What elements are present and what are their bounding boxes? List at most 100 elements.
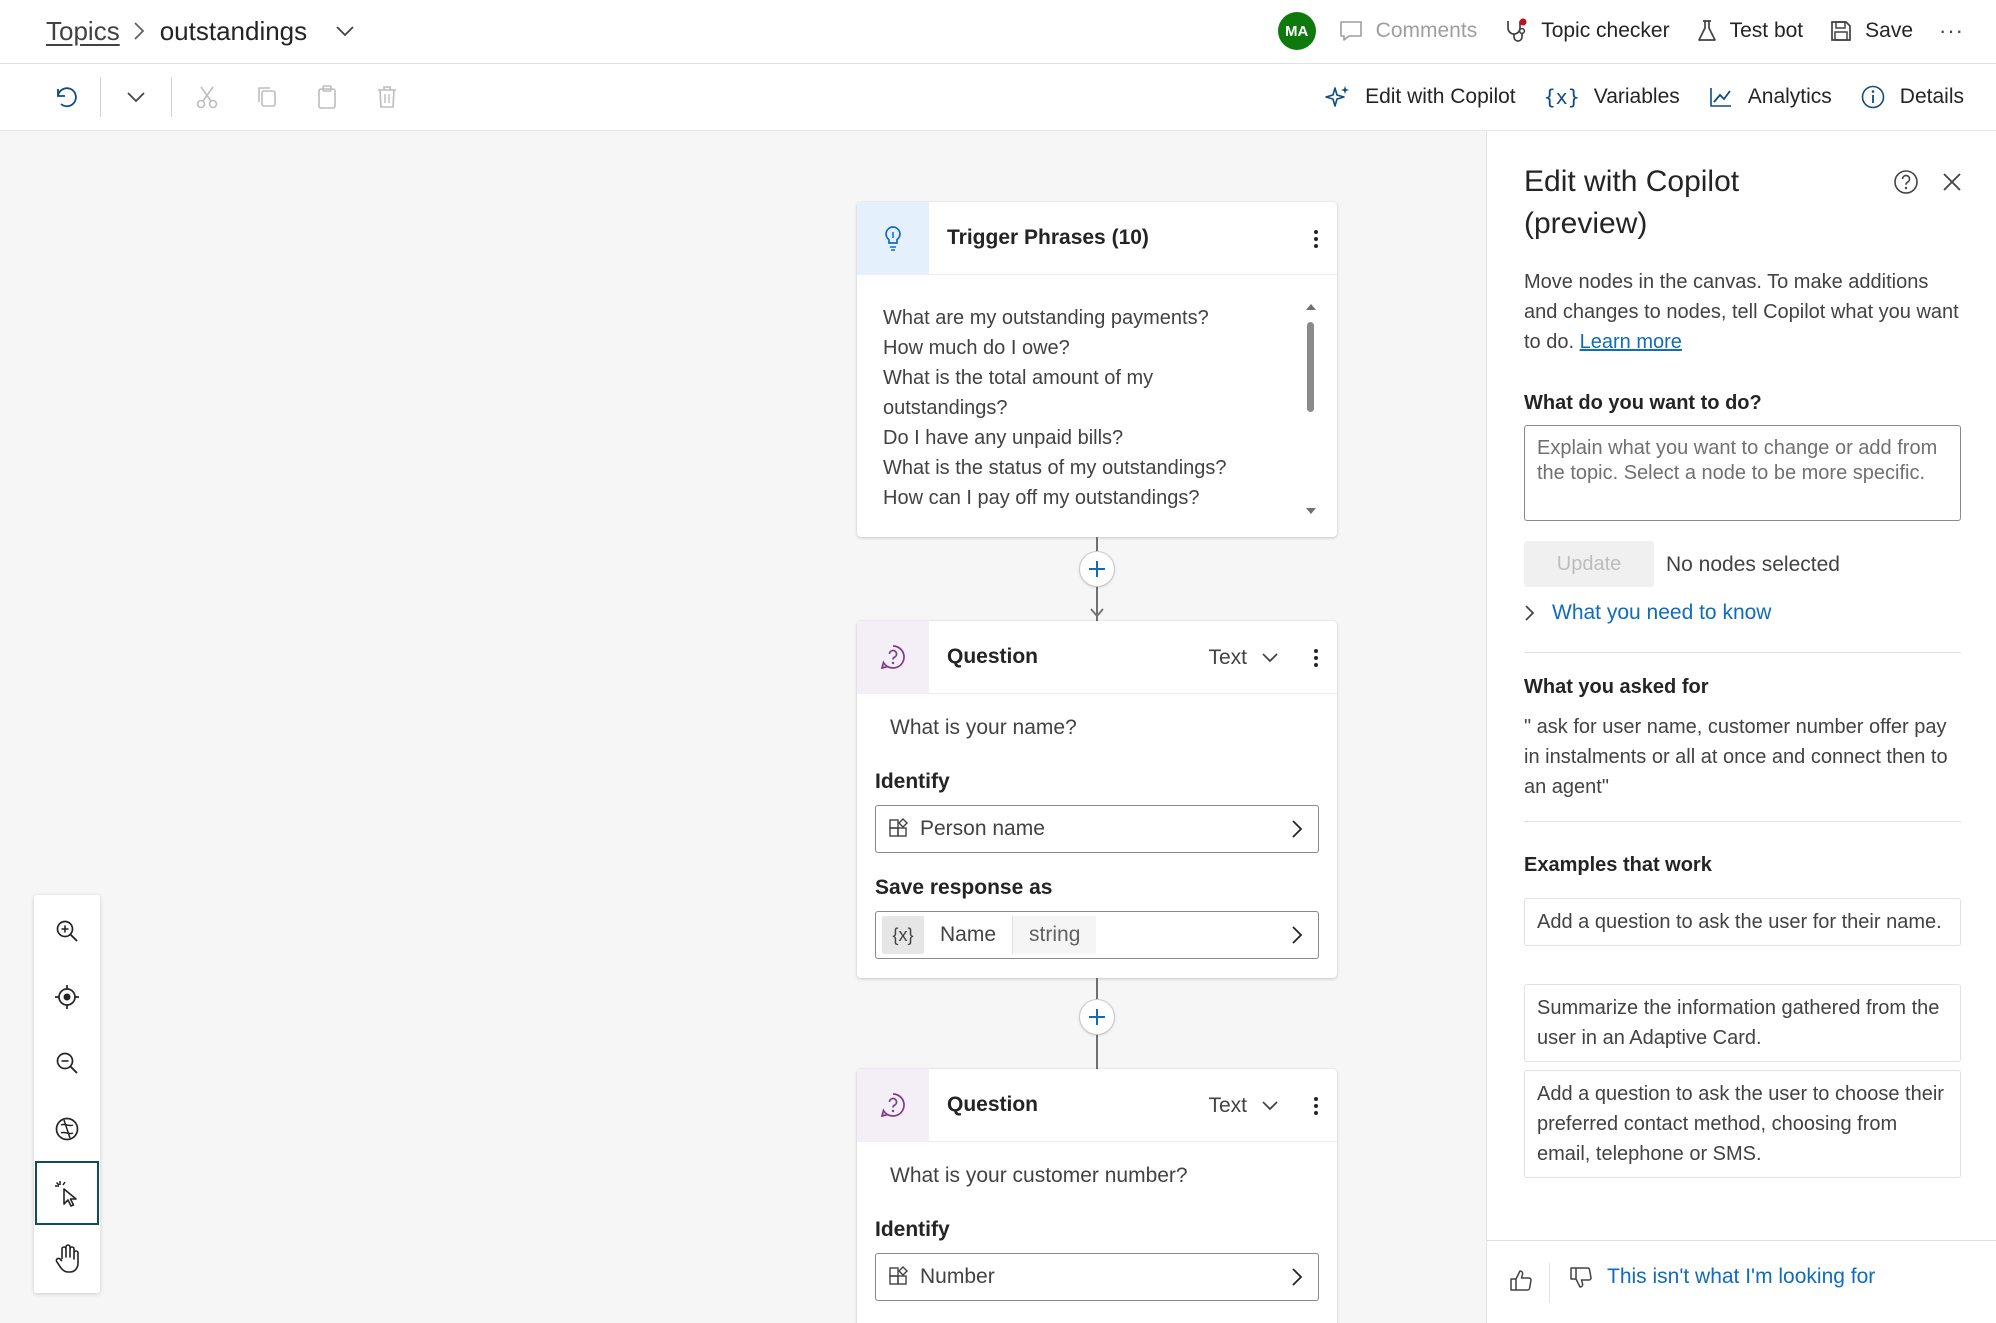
more-vertical-icon[interactable]	[1313, 202, 1319, 275]
zoom-out-button[interactable]	[34, 1031, 100, 1095]
update-button[interactable]: Update	[1524, 541, 1654, 587]
recenter-button[interactable]	[34, 965, 100, 1029]
not-what-im-looking-for-button[interactable]: This isn't what I'm looking for	[1569, 1265, 1875, 1289]
not-what-im-looking-for-label: This isn't what I'm looking for	[1607, 1265, 1876, 1288]
close-icon[interactable]	[1941, 171, 1963, 193]
zoom-in-icon	[54, 918, 80, 944]
save-icon	[1829, 19, 1853, 43]
chevron-right-icon	[132, 21, 146, 41]
help-icon[interactable]	[1893, 169, 1919, 195]
more-options-icon[interactable]: ···	[1939, 18, 1964, 44]
minimap-button[interactable]	[34, 1097, 100, 1161]
trigger-lightbulb-icon	[857, 201, 929, 275]
avatar[interactable]: MA	[1277, 12, 1316, 50]
asked-for-label: What you asked for	[1524, 676, 1709, 698]
trigger-scrollbar[interactable]	[1301, 300, 1321, 520]
identify-entity-field[interactable]: Person name	[875, 805, 1319, 853]
undo-dropdown-button[interactable]	[117, 78, 155, 116]
top-header: Topics outstandings MA Comments Topic ch…	[0, 0, 1996, 64]
question-type-dropdown[interactable]: Text	[1208, 1069, 1279, 1142]
toolbar-divider	[171, 77, 172, 117]
undo-button[interactable]	[46, 78, 84, 116]
example-card[interactable]: Add a question to ask the user for their…	[1524, 898, 1961, 946]
comments-button[interactable]: Comments	[1338, 19, 1477, 43]
topic-canvas[interactable]: Trigger Phrases (10) What are my outstan…	[0, 131, 1486, 1323]
chevron-right-icon	[1290, 925, 1304, 945]
zoom-out-icon	[54, 1050, 80, 1076]
details-button[interactable]: Details	[1860, 84, 1964, 110]
canvas-zoom-controls	[34, 895, 100, 1293]
editor-toolbar: Edit with Copilot {x} Variables Analytic…	[0, 64, 1996, 131]
edit-with-copilot-button[interactable]: Edit with Copilot	[1325, 84, 1516, 110]
trash-icon	[375, 84, 399, 110]
arrow-down-icon	[1090, 608, 1104, 618]
more-vertical-icon[interactable]	[1313, 1069, 1319, 1142]
save-response-variable-field[interactable]: {x} Name string	[875, 911, 1319, 959]
copy-button[interactable]	[248, 78, 286, 116]
scrollbar-thumb[interactable]	[1307, 322, 1314, 412]
feedback-footer: This isn't what I'm looking for	[1487, 1240, 1996, 1323]
select-mode-button[interactable]	[35, 1161, 99, 1225]
undo-icon	[52, 85, 78, 109]
zoom-in-button[interactable]	[34, 899, 100, 963]
request-label: What do you want to do?	[1524, 392, 1762, 414]
learn-more-link[interactable]: Learn more	[1580, 331, 1682, 353]
variable-type: string	[1013, 916, 1097, 954]
thumbs-up-icon[interactable]	[1509, 1269, 1533, 1293]
add-node-button[interactable]	[1079, 551, 1115, 587]
plus-icon	[1087, 559, 1107, 579]
identify-entity-value: Number	[920, 1265, 995, 1288]
question-prompt-text[interactable]: What is your name?	[890, 716, 1077, 740]
trigger-phrase: How much do I owe?	[883, 337, 1070, 359]
delete-button[interactable]	[368, 78, 406, 116]
question-node-title: Question	[947, 1093, 1039, 1116]
copilot-request-input[interactable]: Explain what you want to change or add f…	[1524, 425, 1961, 521]
panel-divider	[1524, 652, 1961, 653]
save-label: Save	[1865, 19, 1914, 42]
variable-name: Name	[924, 916, 1014, 954]
details-label: Details	[1899, 85, 1964, 108]
variables-button[interactable]: {x} Variables	[1544, 85, 1680, 109]
chevron-down-icon	[126, 90, 146, 104]
view-actions: Edit with Copilot {x} Variables Analytic…	[1297, 64, 1964, 130]
question-chat-icon	[857, 1068, 929, 1142]
question-prompt-text[interactable]: What is your customer number?	[890, 1164, 1188, 1188]
what-you-need-to-know-toggle[interactable]: What you need to know	[1524, 601, 1771, 625]
chevron-right-icon	[1290, 819, 1304, 839]
trigger-phrase: What are my outstanding payments?	[883, 307, 1209, 329]
cut-button[interactable]	[188, 78, 226, 116]
example-card[interactable]: Add a question to ask the user to choose…	[1524, 1070, 1961, 1178]
example-card[interactable]: Summarize the information gathered from …	[1524, 984, 1961, 1062]
topic-name: outstandings	[159, 15, 308, 46]
pan-mode-button[interactable]	[34, 1227, 100, 1291]
variable-chip[interactable]: {x} Name string	[882, 916, 1097, 954]
topic-checker-label: Topic checker	[1541, 19, 1670, 42]
hand-icon	[53, 1244, 81, 1274]
stethoscope-icon	[1503, 18, 1529, 44]
chevron-down-icon[interactable]	[335, 24, 355, 38]
breadcrumb-topics-link[interactable]: Topics	[46, 16, 120, 47]
question-type-label: Text	[1208, 1093, 1247, 1117]
chevron-right-icon	[1290, 1267, 1304, 1287]
analytics-button[interactable]: Analytics	[1708, 85, 1832, 109]
chevron-right-icon	[1524, 604, 1536, 622]
target-icon	[53, 983, 81, 1011]
footer-divider	[1549, 1263, 1550, 1303]
identify-entity-field[interactable]: Number	[875, 1253, 1319, 1301]
topic-checker-button[interactable]: Topic checker	[1503, 18, 1670, 44]
question-type-dropdown[interactable]: Text	[1208, 621, 1279, 694]
question-node-customer-number[interactable]: Question Text What is your customer numb…	[857, 1068, 1337, 1323]
question-type-label: Text	[1208, 645, 1247, 669]
save-response-label: Save response as	[875, 876, 1053, 899]
trigger-phrases-node[interactable]: Trigger Phrases (10) What are my outstan…	[857, 201, 1337, 537]
selection-status: No nodes selected	[1666, 553, 1840, 576]
add-node-button[interactable]	[1079, 999, 1115, 1035]
save-button[interactable]: Save	[1829, 19, 1913, 43]
compass-icon	[53, 1115, 81, 1143]
more-vertical-icon[interactable]	[1313, 621, 1319, 694]
paste-button[interactable]	[308, 78, 346, 116]
question-node-name[interactable]: Question Text What is your name? Identif…	[857, 620, 1337, 978]
test-bot-button[interactable]: Test bot	[1696, 18, 1803, 44]
variable-icon: {x}	[882, 916, 924, 954]
comment-icon	[1338, 19, 1364, 43]
